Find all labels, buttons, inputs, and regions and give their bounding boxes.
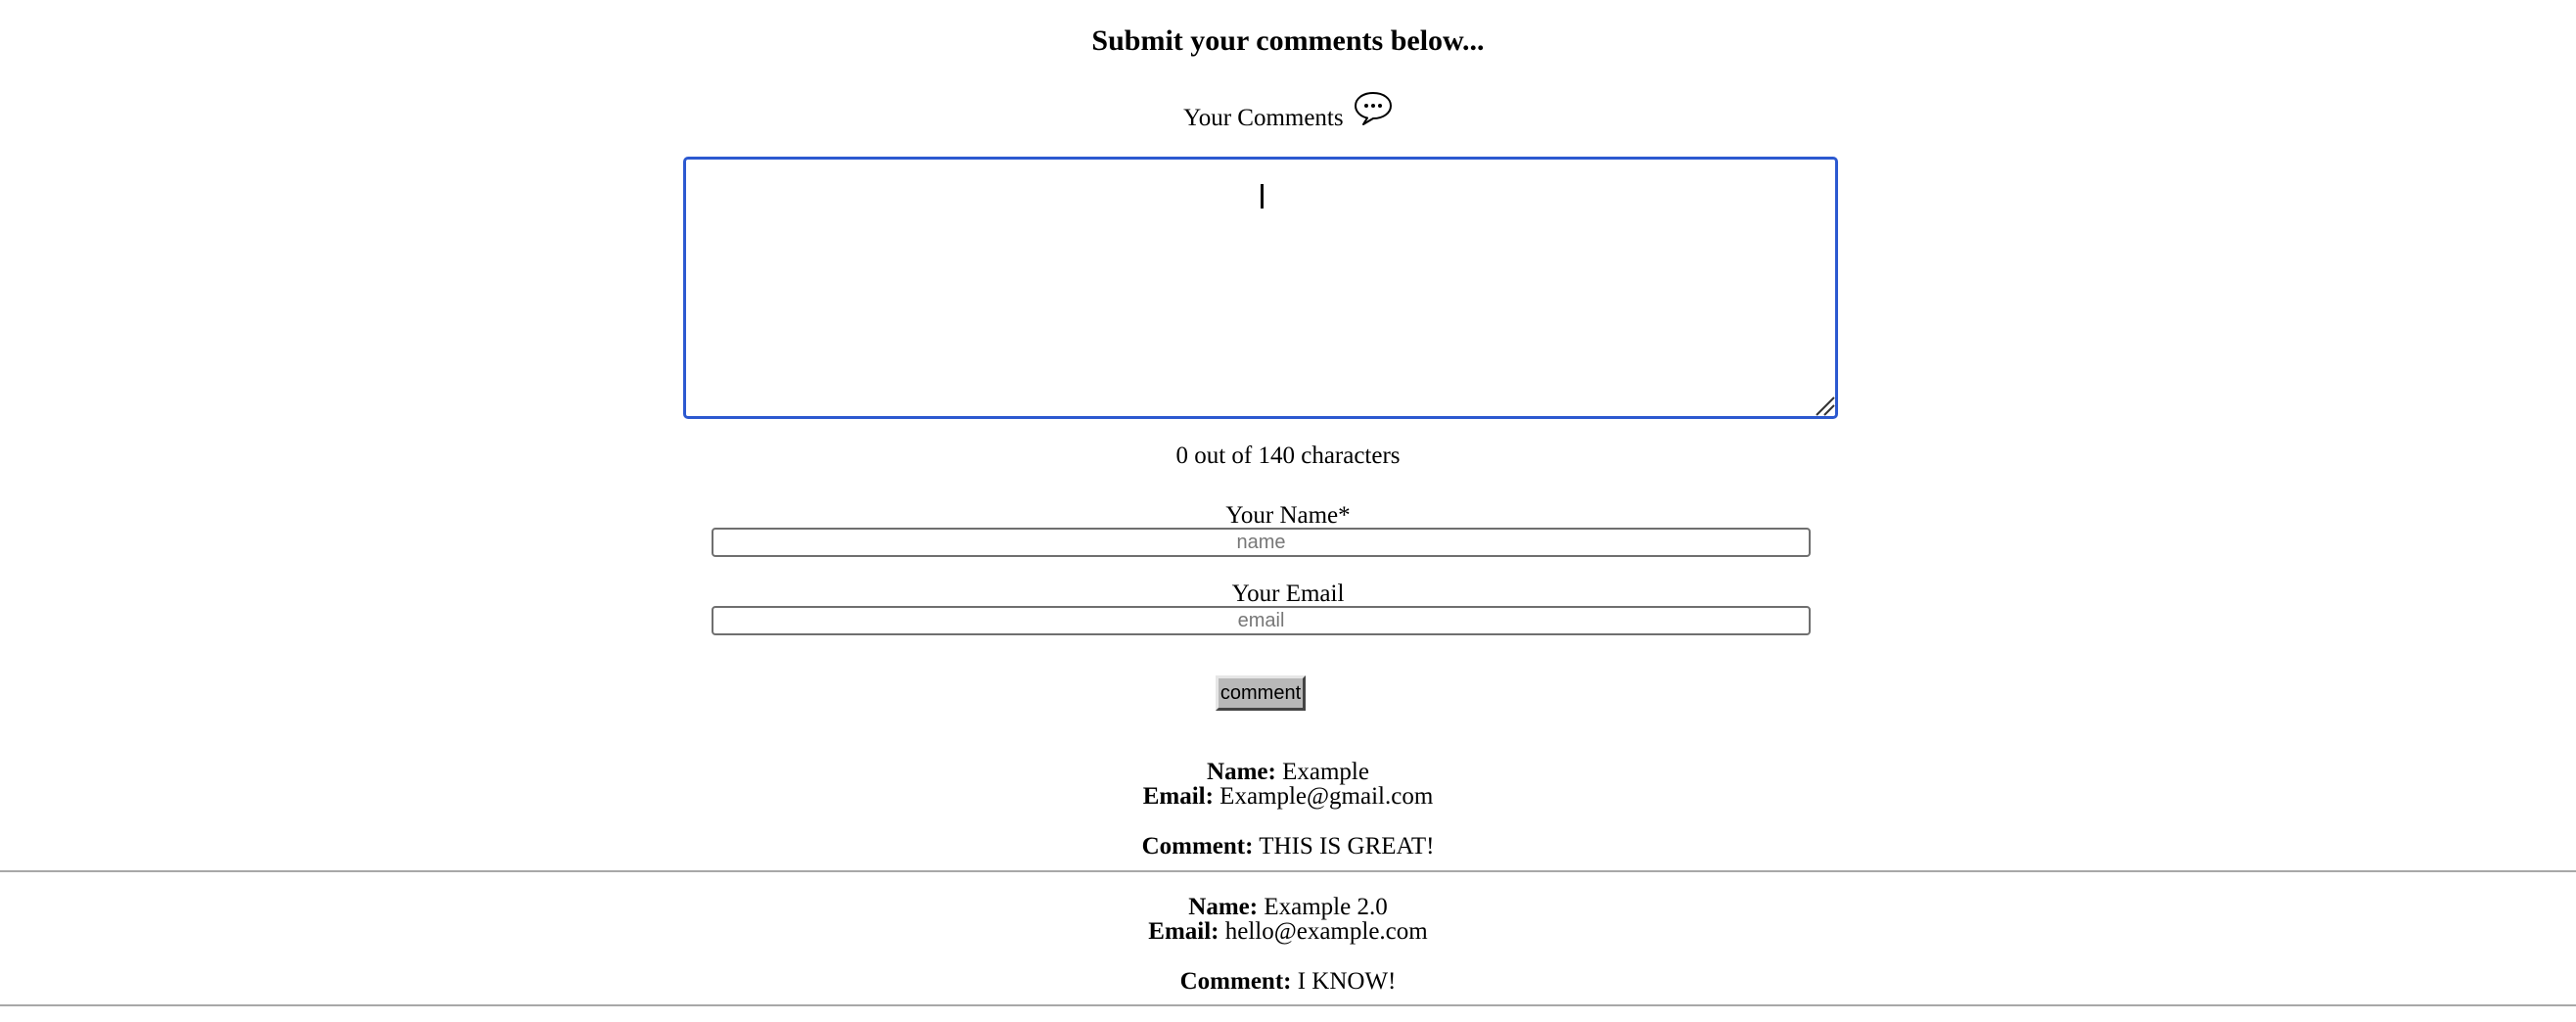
comment-text: THIS IS GREAT!	[1259, 833, 1435, 859]
comment-email-label: Email:	[1148, 918, 1219, 945]
comment-name-label: Name:	[1207, 759, 1276, 785]
comment-entry: Name: Example 2.0 Email: hello@example.c…	[0, 895, 2576, 994]
comment-submit-button[interactable]: comment	[1216, 675, 1306, 711]
comment-email-label: Email:	[1142, 783, 1214, 810]
comment-name: Example	[1282, 759, 1369, 785]
text-caret	[1261, 184, 1264, 209]
comments-label: Your Comments	[1183, 105, 1344, 131]
speech-bubble-icon	[1354, 90, 1393, 127]
name-label: Your Name*	[1225, 502, 1351, 529]
comment-name-label: Name:	[1188, 894, 1259, 920]
comment-entry: Name: Example Email: Example@gmail.com C…	[0, 760, 2576, 859]
email-label: Your Email	[1231, 581, 1345, 607]
email-input[interactable]	[712, 606, 1811, 635]
comment-email: Example@gmail.com	[1219, 783, 1434, 810]
comment-text-label: Comment:	[1179, 968, 1292, 995]
comment-divider	[0, 1004, 2576, 1006]
comments-label-row: Your Comments	[0, 90, 2576, 138]
comment-text: I KNOW!	[1297, 968, 1397, 995]
comment-name: Example 2.0	[1264, 894, 1388, 920]
character-counter: 0 out of 140 characters	[1175, 442, 1401, 469]
comment-divider	[0, 870, 2576, 872]
comment-text-label: Comment:	[1141, 833, 1254, 859]
page-title: Submit your comments below...	[1091, 24, 1485, 57]
resize-handle-icon[interactable]	[1814, 395, 1835, 416]
comment-email: hello@example.com	[1224, 918, 1428, 945]
name-input[interactable]	[712, 528, 1811, 557]
